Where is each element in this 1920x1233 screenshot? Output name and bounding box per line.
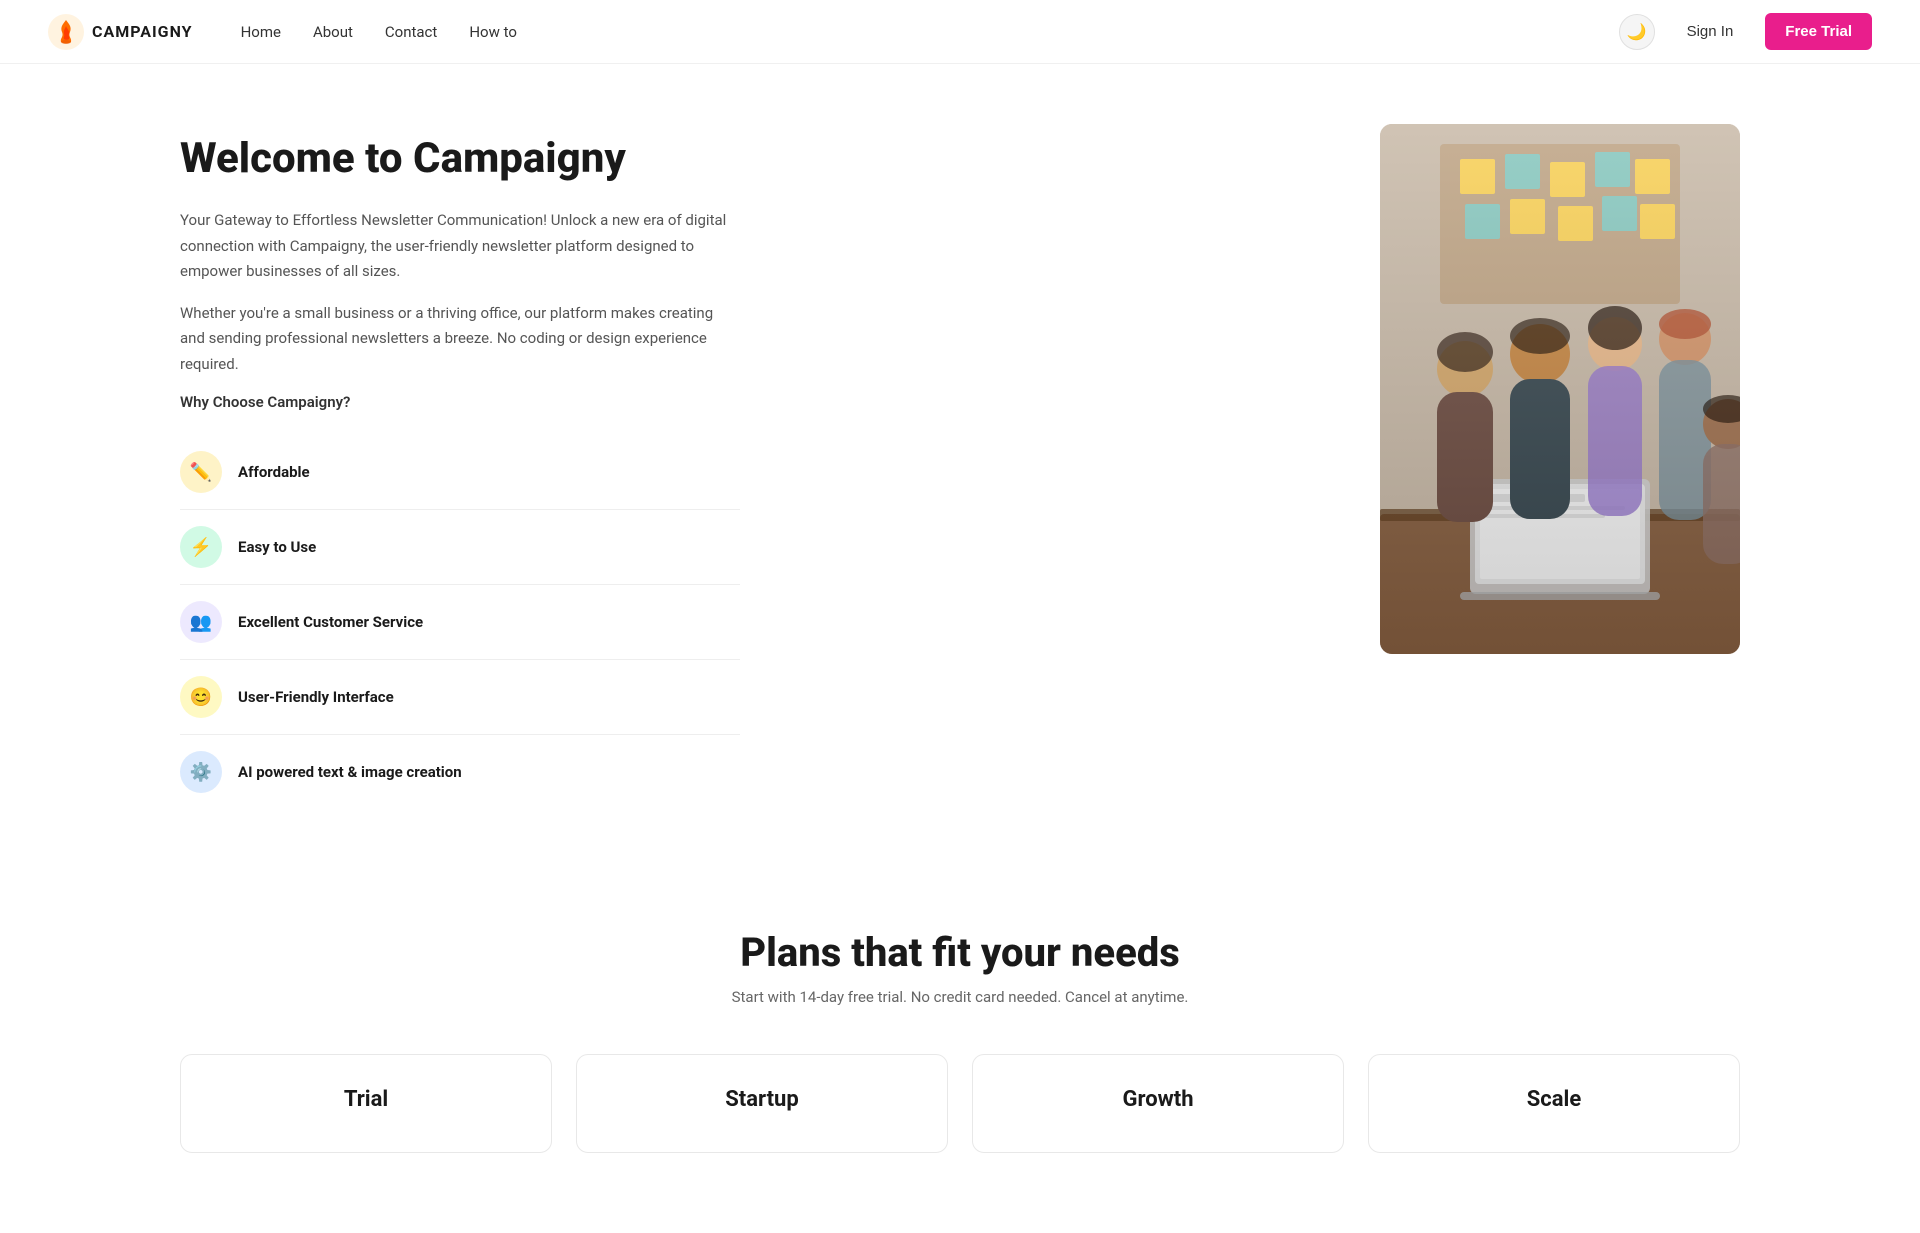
hero-image-svg [1380,124,1740,654]
hero-title: Welcome to Campaigny [180,134,740,184]
nav-link-home[interactable]: Home [241,23,281,41]
nav-link-about[interactable]: About [313,23,353,41]
plan-card-scale[interactable]: Scale [1368,1054,1740,1153]
nav-item-howto[interactable]: How to [469,22,517,41]
logo-text: CAMPAIGNY [92,22,193,41]
feature-label-customer-service: Excellent Customer Service [238,613,423,631]
feature-icon-ai-powered: ⚙️ [180,751,222,793]
nav-link-contact[interactable]: Contact [385,23,437,41]
feature-item-ai-powered: ⚙️ AI powered text & image creation [180,735,740,809]
sign-in-button[interactable]: Sign In [1671,15,1750,48]
feature-icon-affordable: ✏️ [180,451,222,493]
logo-icon [48,14,84,50]
logo[interactable]: CAMPAIGNY [48,14,193,50]
navbar-left: CAMPAIGNY Home About Contact How to [48,14,517,50]
plan-name-startup: Startup [601,1087,923,1112]
plan-card-startup[interactable]: Startup [576,1054,948,1153]
plan-name-growth: Growth [997,1087,1319,1112]
theme-toggle-button[interactable]: 🌙 [1619,14,1655,50]
nav-item-home[interactable]: Home [241,22,281,41]
feature-item-customer-service: 👥 Excellent Customer Service [180,585,740,660]
nav-item-contact[interactable]: Contact [385,22,437,41]
hero-section: Welcome to Campaigny Your Gateway to Eff… [0,64,1920,869]
hero-image [1380,124,1740,654]
feature-item-easy-to-use: ⚡ Easy to Use [180,510,740,585]
hero-why-label: Why Choose Campaigny? [180,393,740,411]
plans-title: Plans that fit your needs [180,929,1740,976]
hero-desc-2: Whether you're a small business or a thr… [180,301,740,378]
plans-subtitle: Start with 14-day free trial. No credit … [180,988,1740,1006]
plans-grid: Trial Startup Growth Scale [180,1054,1740,1153]
free-trial-button[interactable]: Free Trial [1765,13,1872,50]
feature-item-user-friendly: 😊 User-Friendly Interface [180,660,740,735]
navbar: CAMPAIGNY Home About Contact How to 🌙 Si… [0,0,1920,64]
feature-icon-user-friendly: 😊 [180,676,222,718]
feature-label-affordable: Affordable [238,463,310,481]
feature-label-easy-to-use: Easy to Use [238,538,316,556]
moon-icon: 🌙 [1627,22,1647,42]
hero-desc-1: Your Gateway to Effortless Newsletter Co… [180,208,740,285]
plans-section: Plans that fit your needs Start with 14-… [0,869,1920,1233]
feature-list: ✏️ Affordable ⚡ Easy to Use 👥 Excellent Custo… [180,435,740,809]
feature-icon-customer-service: 👥 [180,601,222,643]
navbar-right: 🌙 Sign In Free Trial [1619,13,1872,50]
nav-links: Home About Contact How to [241,22,517,41]
plan-card-growth[interactable]: Growth [972,1054,1344,1153]
hero-content: Welcome to Campaigny Your Gateway to Eff… [180,124,740,809]
feature-item-affordable: ✏️ Affordable [180,435,740,510]
nav-item-about[interactable]: About [313,22,353,41]
plan-card-trial[interactable]: Trial [180,1054,552,1153]
plan-name-scale: Scale [1393,1087,1715,1112]
plan-name-trial: Trial [205,1087,527,1112]
feature-label-ai-powered: AI powered text & image creation [238,763,462,781]
feature-label-user-friendly: User-Friendly Interface [238,688,394,706]
feature-icon-easy-to-use: ⚡ [180,526,222,568]
nav-link-howto[interactable]: How to [469,23,517,41]
